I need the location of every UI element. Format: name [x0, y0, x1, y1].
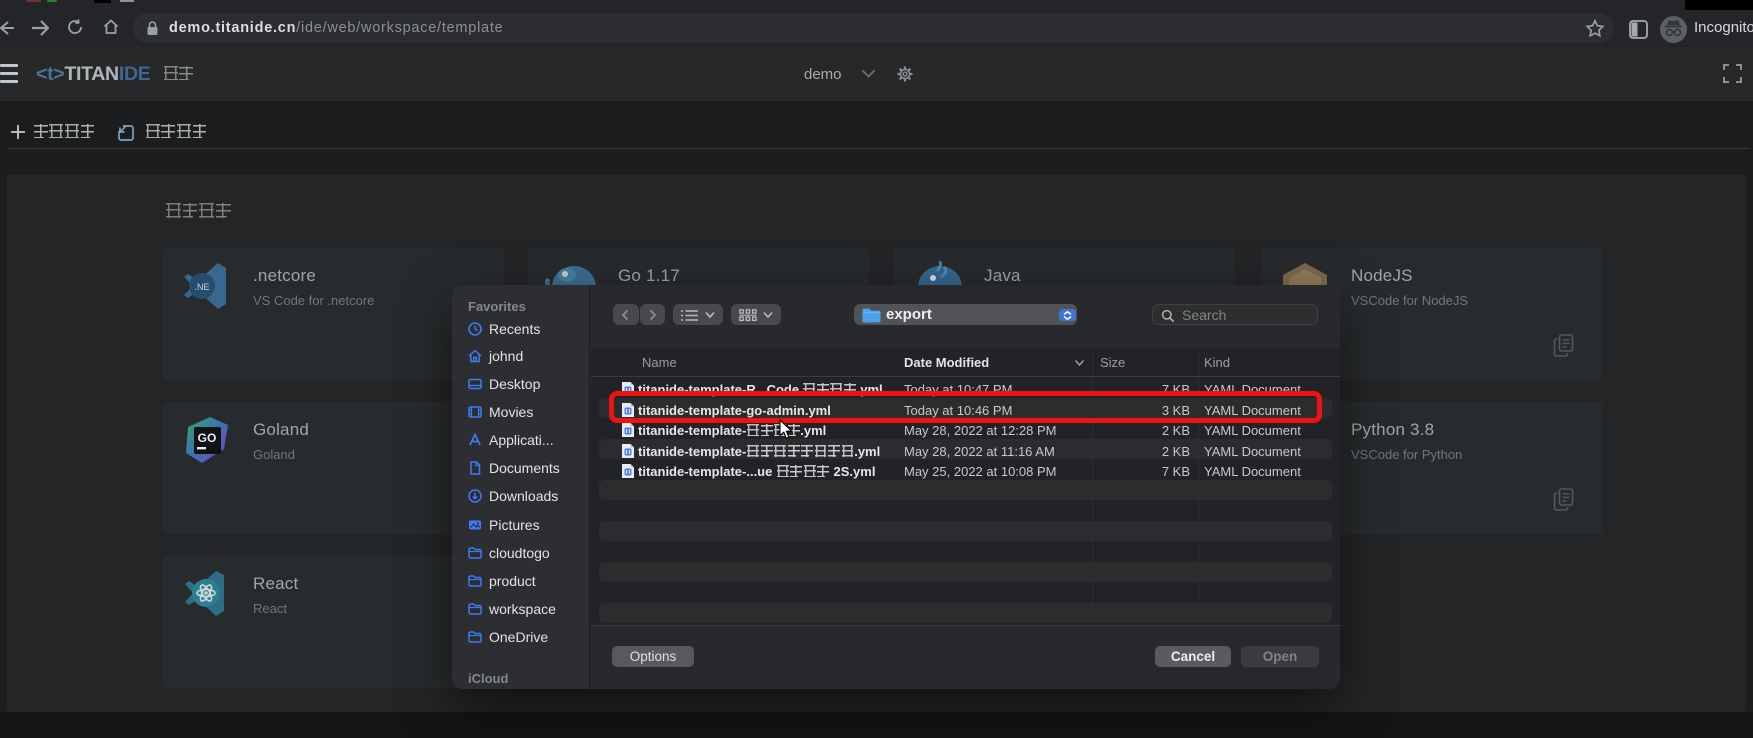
svg-text:.NE: .NE: [194, 282, 209, 292]
svg-text:GO: GO: [198, 431, 217, 445]
